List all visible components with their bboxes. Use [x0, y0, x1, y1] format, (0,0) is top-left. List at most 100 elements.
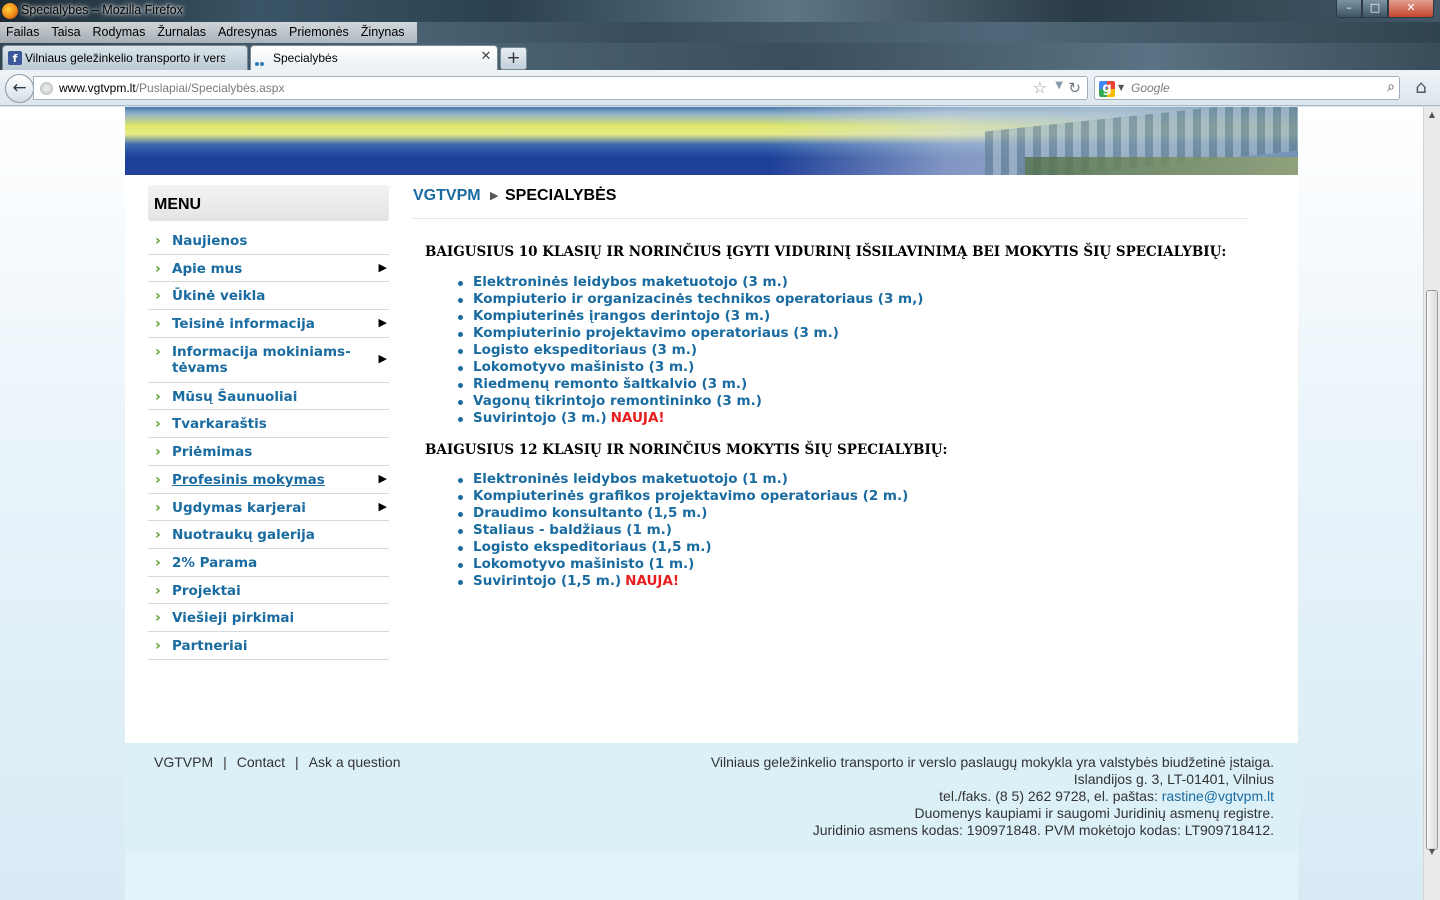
chevron-right-icon: ›	[155, 471, 161, 488]
specialty-link[interactable]: Kompiuterinio projektavimo operatoriaus …	[458, 325, 923, 342]
menu-view[interactable]: Rodymas	[87, 22, 152, 43]
chevron-right-icon: ›	[155, 444, 161, 461]
sidebar-item-priemimas[interactable]: › Priėmimas	[148, 438, 389, 466]
scroll-up-arrow-icon[interactable]: ▲	[1424, 107, 1440, 123]
sidebar-item-tvarkarastis[interactable]: › Tvarkaraštis	[148, 410, 389, 439]
tab-vgtvpm-facebook[interactable]: f Vilniaus geležinkelio transporto ir ve…	[2, 45, 248, 71]
specialty-link[interactable]: Vagonų tikrintojo remontininko (3 m.)	[458, 393, 923, 410]
submenu-arrow-icon: ▶	[378, 351, 387, 365]
facebook-icon: f	[8, 51, 22, 65]
chevron-right-icon: ›	[155, 527, 161, 544]
menu-bookmarks[interactable]: Adresynas	[212, 22, 283, 43]
minimize-button[interactable]: –	[1336, 0, 1362, 18]
close-tab-icon[interactable]: ✕	[479, 50, 493, 64]
footer-phone-line: tel./faks. (8 5) 262 9728, el. paštas: r…	[939, 788, 1274, 804]
footer-link-contact[interactable]: Contact	[237, 754, 285, 770]
menu-tools[interactable]: Priemonės	[283, 22, 355, 43]
specialty-link[interactable]: Lokomotyvo mašinisto (1 m.)	[458, 556, 908, 573]
specialty-link[interactable]: Kompiuterinės grafikos projektavimo oper…	[458, 488, 908, 505]
window-titlebar: Specialybės – Mozilla Firefox – □ ✕	[0, 0, 1440, 22]
bookmark-star-icon[interactable]: ☆	[1033, 78, 1047, 97]
sidebar-item-ugdymas-karjerai[interactable]: › Ugdymas karjerai ▶	[148, 494, 389, 522]
google-engine-icon[interactable]: g	[1099, 81, 1115, 97]
chevron-right-icon: ›	[155, 260, 161, 277]
specialty-link[interactable]: Riedmenų remonto šaltkalvio (3 m.)	[458, 376, 923, 393]
chevron-right-icon: ›	[155, 288, 161, 305]
specialty-link[interactable]: Logisto ekspeditoriaus (1,5 m.)	[458, 539, 908, 556]
sidebar-item-projektai[interactable]: › Projektai	[148, 577, 389, 605]
sidebar-item-musu-saunuoliai[interactable]: › Mūsų Šaunuoliai	[148, 383, 389, 411]
specialty-link[interactable]: Kompiuterio ir organizacinės technikos o…	[458, 291, 923, 308]
navigation-toolbar: ← www.vgtvpm.lt/Puslapiai/Specialybės.as…	[0, 70, 1440, 106]
home-icon[interactable]: ⌂	[1410, 78, 1432, 98]
submenu-arrow-icon: ▶	[378, 499, 387, 513]
history-dropdown-icon[interactable]: ▼	[1055, 80, 1063, 91]
search-bar[interactable]: g ▼ Google ⌕	[1094, 76, 1400, 100]
footer-link-ask-question[interactable]: Ask a question	[309, 754, 401, 770]
url-text: www.vgtvpm.lt/Puslapiai/Specialybės.aspx	[59, 81, 285, 95]
breadcrumb-separator-icon: ▶	[490, 190, 499, 202]
sidebar-item-parama[interactable]: › 2% Parama	[148, 549, 389, 577]
page-viewport: MENU › Naujienos › Apie mus ▶ › Ūkinė veikla…	[0, 107, 1423, 900]
engine-dropdown-icon[interactable]: ▼	[1118, 83, 1124, 92]
site-identity-icon[interactable]	[40, 82, 53, 95]
specialty-link[interactable]: Elektroninės leidybos maketuotojo (3 m.)	[458, 274, 923, 291]
tab-specialybes[interactable]: Specialybės ✕	[250, 45, 498, 80]
sidebar-item-ukine-veikla[interactable]: › Ūkinė veikla	[148, 282, 389, 311]
sidebar-item-profesinis-mokymas[interactable]: › Profesinis mokymas ▶	[148, 466, 389, 494]
menu-file[interactable]: Failas	[0, 22, 45, 43]
footer-bottom-band	[125, 852, 1298, 900]
scroll-down-arrow-icon[interactable]: ▼	[1424, 844, 1440, 860]
sidebar-item-viesieji-pirkimai[interactable]: › Viešieji pirkimai	[148, 604, 389, 632]
specialty-list-10-klasiu: Elektroninės leidybos maketuotojo (3 m.)…	[458, 274, 923, 427]
footer-links: VGTVPM | Contact | Ask a question	[154, 754, 401, 770]
sidebar-item-nuotrauku-galerija[interactable]: › Nuotraukų galerija	[148, 521, 389, 549]
tab-strip: f Vilniaus geležinkelio transporto ir ve…	[0, 43, 1440, 80]
footer-email-link[interactable]: rastine@vgtvpm.lt	[1162, 788, 1274, 804]
specialty-link[interactable]: Lokomotyvo mašinisto (3 m.)	[458, 359, 923, 376]
submenu-arrow-icon: ▶	[378, 260, 387, 274]
address-bar[interactable]: www.vgtvpm.lt/Puslapiai/Specialybės.aspx…	[33, 76, 1088, 100]
specialty-link[interactable]: Staliaus - baldžiaus (1 m.)	[458, 522, 908, 539]
menu-history[interactable]: Žurnalas	[151, 22, 212, 43]
menu-edit[interactable]: Taisa	[45, 22, 86, 43]
chevron-right-icon: ›	[155, 233, 161, 249]
submenu-arrow-icon: ▶	[378, 471, 387, 485]
specialty-link[interactable]: Suvirintojo (1,5 m.) NAUJA!	[458, 573, 908, 590]
reload-icon[interactable]: ↻	[1068, 79, 1081, 97]
section-title-10-klasiu: BAIGUSIUS 10 KLASIŲ IR NORINČIUS ĮGYTI V…	[425, 244, 1227, 260]
footer-link-home[interactable]: VGTVPM	[154, 754, 213, 770]
menu-help[interactable]: Žinynas	[355, 22, 411, 43]
chevron-right-icon: ›	[155, 416, 161, 433]
footer-info-line: Duomenys kaupiami ir saugomi Juridinių a…	[914, 805, 1275, 821]
specialty-list-12-klasiu: Elektroninės leidybos maketuotojo (1 m.)…	[458, 471, 908, 590]
sidebar-item-teisine-informacija[interactable]: › Teisinė informacija ▶	[148, 310, 389, 338]
sidebar-menu: MENU › Naujienos › Apie mus ▶ › Ūkinė veikla…	[148, 185, 389, 660]
chevron-right-icon: ›	[155, 582, 161, 599]
new-badge: NAUJA!	[610, 410, 665, 426]
footer-codes: Juridinio asmens kodas: 190971848. PVM m…	[812, 822, 1274, 838]
new-tab-button[interactable]: +	[500, 47, 527, 70]
sidebar-item-naujienos[interactable]: › Naujienos	[148, 227, 389, 255]
maximize-button[interactable]: □	[1362, 0, 1388, 18]
new-badge: NAUJA!	[625, 573, 680, 589]
firefox-logo-icon	[2, 3, 18, 19]
submenu-arrow-icon: ▶	[378, 316, 387, 330]
scrollbar-thumb[interactable]	[1426, 290, 1438, 850]
specialty-link[interactable]: Logisto ekspeditoriaus (3 m.)	[458, 342, 923, 359]
specialty-link[interactable]: Elektroninės leidybos maketuotojo (1 m.)	[458, 471, 908, 488]
close-window-button[interactable]: ✕	[1388, 0, 1434, 18]
back-button[interactable]: ←	[5, 74, 34, 103]
page-title: SPECIALYBĖS	[505, 187, 617, 204]
sidebar-item-partneriai[interactable]: › Partneriai	[148, 632, 389, 660]
search-icon[interactable]: ⌕	[1387, 79, 1395, 95]
vertical-scrollbar[interactable]: ▲ ▼	[1423, 107, 1440, 900]
search-input[interactable]: Google	[1131, 81, 1170, 95]
specialty-link[interactable]: Kompiuterinės įrangos derintojo (3 m.)	[458, 308, 923, 325]
specialty-link[interactable]: Draudimo konsultanto (1,5 m.)	[458, 505, 908, 522]
breadcrumb-home-link[interactable]: VGTVPM	[413, 187, 481, 205]
menu-list: › Naujienos › Apie mus ▶ › Ūkinė veikla › Tei…	[148, 227, 389, 660]
specialty-link[interactable]: Suvirintojo (3 m.) NAUJA!	[458, 410, 923, 427]
sidebar-item-apie-mus[interactable]: › Apie mus ▶	[148, 255, 389, 283]
sidebar-item-informacija-mokiniams[interactable]: › Informacija mokiniams-tėvams ▶	[148, 338, 389, 383]
